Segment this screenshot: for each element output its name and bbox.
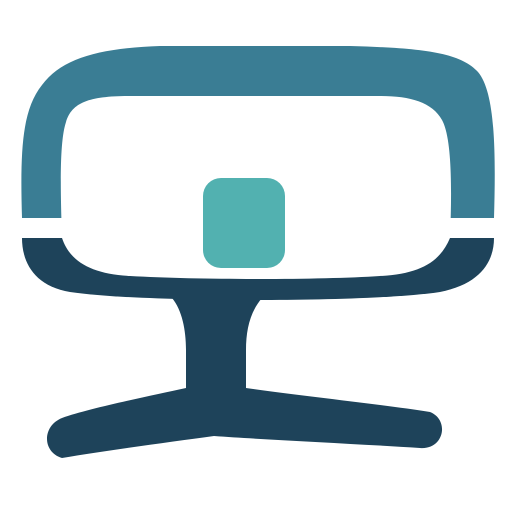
stand-neck	[172, 298, 262, 396]
monitor-stand-icon	[21, 46, 495, 458]
stand-base	[47, 388, 443, 458]
center-square	[203, 178, 285, 268]
logo-canvas	[0, 0, 512, 512]
